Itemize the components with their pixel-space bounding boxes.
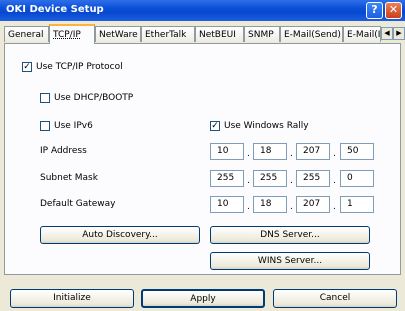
subnet-dot: . bbox=[247, 176, 250, 186]
tcpip-panel: ✓ Use TCP/IP Protocol Use DHCP/BOOTP Use… bbox=[4, 43, 401, 275]
tab-scroll-right-icon[interactable]: ▶ bbox=[393, 27, 405, 40]
tab-netbeui[interactable]: NetBEUI bbox=[195, 26, 244, 42]
ip-dot: . bbox=[333, 149, 336, 159]
use-tcpip-label[interactable]: Use TCP/IP Protocol bbox=[36, 62, 123, 72]
title-bar[interactable]: OKI Device Setup ? ✕ bbox=[0, 0, 405, 21]
tab-scroll-left-icon[interactable]: ◀ bbox=[381, 27, 393, 40]
initialize-button[interactable]: Initialize bbox=[10, 289, 134, 308]
gateway-octet-3[interactable]: 207 bbox=[296, 196, 330, 213]
gateway-octet-2[interactable]: 18 bbox=[253, 196, 287, 213]
subnet-octet-1[interactable]: 255 bbox=[210, 170, 244, 187]
ip-address-label: IP Address bbox=[40, 146, 87, 156]
subnet-mask-label: Subnet Mask bbox=[40, 173, 98, 183]
default-gateway-label: Default Gateway bbox=[40, 199, 116, 209]
gateway-dot: . bbox=[333, 202, 336, 212]
subnet-dot: . bbox=[333, 176, 336, 186]
use-tcpip-checkbox[interactable]: ✓ bbox=[22, 62, 32, 72]
ip-dot: . bbox=[247, 149, 250, 159]
apply-button[interactable]: Apply bbox=[141, 289, 265, 308]
subnet-octet-2[interactable]: 255 bbox=[253, 170, 287, 187]
auto-discovery-button[interactable]: Auto Discovery... bbox=[40, 226, 200, 244]
tab-general[interactable]: General bbox=[4, 26, 49, 42]
ip-octet-3[interactable]: 207 bbox=[296, 143, 330, 160]
cancel-button[interactable]: Cancel bbox=[273, 289, 397, 308]
close-button[interactable]: ✕ bbox=[385, 2, 402, 19]
window-title: OKI Device Setup bbox=[6, 4, 104, 15]
use-ipv6-checkbox[interactable] bbox=[40, 121, 50, 131]
gateway-dot: . bbox=[290, 202, 293, 212]
subnet-octet-3[interactable]: 255 bbox=[296, 170, 330, 187]
ip-octet-4[interactable]: 50 bbox=[340, 143, 374, 160]
gateway-octet-1[interactable]: 10 bbox=[210, 196, 244, 213]
ip-octet-1[interactable]: 10 bbox=[210, 143, 244, 160]
wins-server-button[interactable]: WINS Server... bbox=[210, 252, 370, 270]
gateway-octet-4[interactable]: 1 bbox=[340, 196, 374, 213]
tab-strip: General TCP/IP NetWare EtherTalk NetBEUI… bbox=[0, 24, 405, 44]
dns-server-button[interactable]: DNS Server... bbox=[210, 226, 370, 244]
help-button[interactable]: ? bbox=[366, 2, 383, 19]
use-dhcp-label[interactable]: Use DHCP/BOOTP bbox=[54, 93, 133, 103]
tab-snmp[interactable]: SNMP bbox=[244, 26, 280, 42]
use-windows-rally-checkbox[interactable]: ✓ bbox=[210, 121, 220, 131]
tab-email-receive[interactable]: E-Mail(I bbox=[343, 26, 381, 42]
tab-netware[interactable]: NetWare bbox=[95, 26, 141, 42]
gateway-dot: . bbox=[247, 202, 250, 212]
subnet-octet-4[interactable]: 0 bbox=[340, 170, 374, 187]
tab-email-send[interactable]: E-Mail(Send) bbox=[280, 26, 343, 42]
ip-dot: . bbox=[290, 149, 293, 159]
use-dhcp-checkbox[interactable] bbox=[40, 93, 50, 103]
use-ipv6-label[interactable]: Use IPv6 bbox=[54, 121, 93, 131]
ip-octet-2[interactable]: 18 bbox=[253, 143, 287, 160]
use-windows-rally-label[interactable]: Use Windows Rally bbox=[224, 121, 309, 131]
subnet-dot: . bbox=[290, 176, 293, 186]
tab-tcpip[interactable]: TCP/IP bbox=[49, 24, 95, 44]
tab-ethertalk[interactable]: EtherTalk bbox=[141, 26, 195, 42]
oki-device-setup-window: OKI Device Setup ? ✕ General TCP/IP NetW… bbox=[0, 0, 405, 311]
